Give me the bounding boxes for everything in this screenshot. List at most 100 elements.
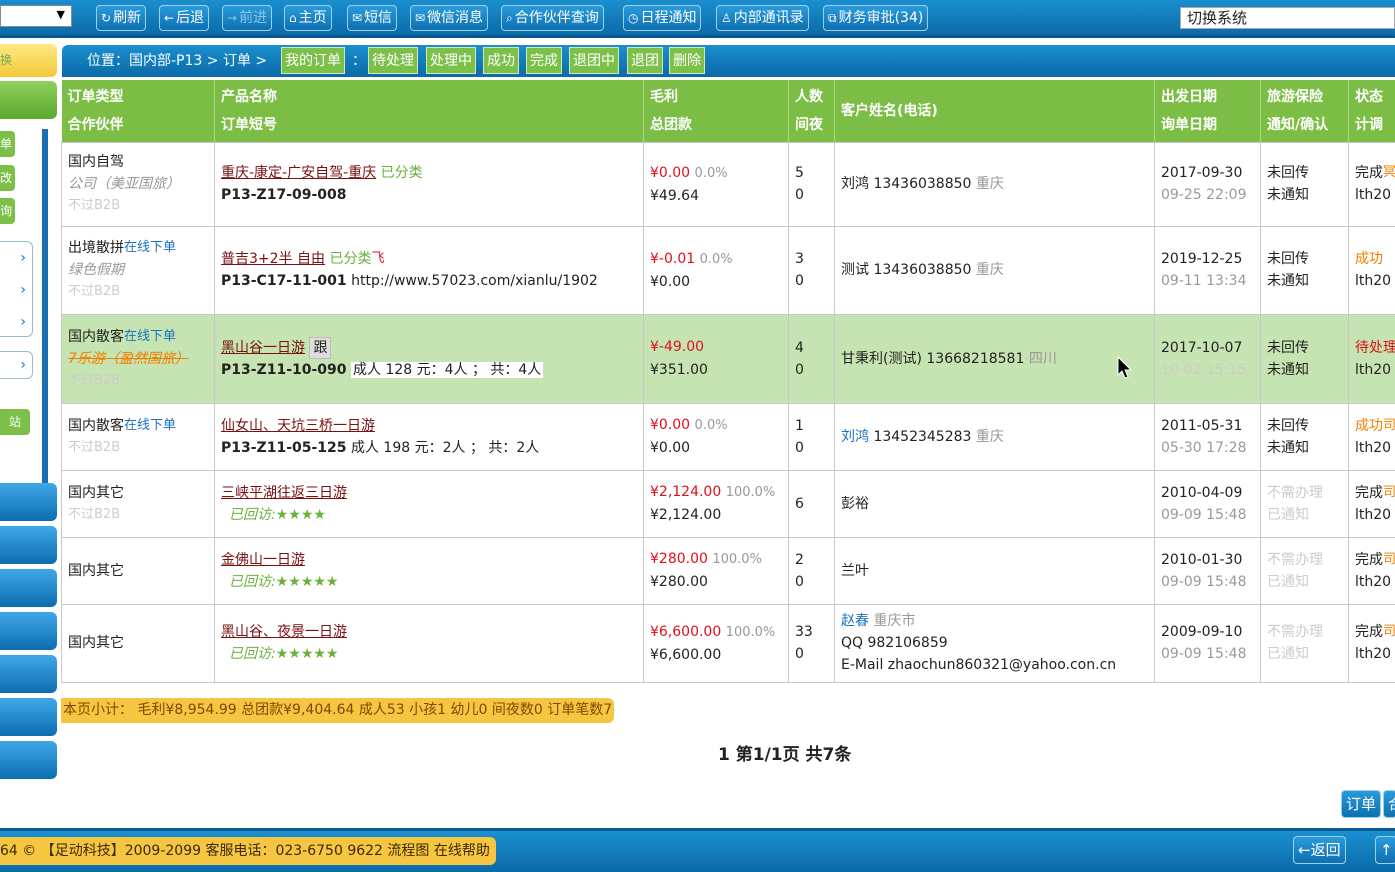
tab-success[interactable]: 成功 <box>483 47 519 74</box>
sidebar-arrow[interactable]: › <box>0 351 33 379</box>
product-link[interactable]: 黑山谷一日游 <box>221 340 305 356</box>
sidebar-btn-1[interactable]: 单 <box>0 131 15 157</box>
tab-deleted[interactable]: 删除 <box>669 47 705 74</box>
sidebar-btn-3[interactable]: 询 <box>0 198 15 224</box>
inquiry-date: 09-09 15:48 <box>1161 506 1247 523</box>
order-status[interactable]: 成功 <box>1355 251 1383 267</box>
customer-name[interactable]: 兰叶 <box>841 563 869 579</box>
sidebar-yellow-tab[interactable]: 换 <box>0 44 57 77</box>
forward-icon: → <box>227 11 238 25</box>
tab-refunding[interactable]: 退团中 <box>569 47 619 74</box>
follow-button[interactable]: 跟 <box>309 336 332 359</box>
customer-name[interactable]: 刘鸿 <box>841 176 869 192</box>
customer-name[interactable]: 测试 <box>841 262 869 278</box>
product-link[interactable]: 黑山谷、夜景一日游 <box>221 624 347 640</box>
finance-approval-button[interactable]: ⧉ 财务审批(34) <box>823 5 929 31</box>
col-header-insurance[interactable]: 旅游保险 通知/确认 <box>1260 80 1349 142</box>
tab-refunded[interactable]: 退团 <box>627 47 663 74</box>
table-row[interactable]: 国内散客在线下单 不过B2B 仙女山、天坑三桥一日游 P13-Z11-05-12… <box>61 402 1395 471</box>
sidebar-blue-5[interactable] <box>0 655 57 693</box>
table-row[interactable]: 国内其它 不过B2B 三峡平湖往返三日游 已回访:★★★★ ¥2,124.00 … <box>61 469 1395 538</box>
sidebar-green-tab[interactable] <box>0 81 57 119</box>
home-button[interactable]: ⌂ 主页 <box>284 5 332 31</box>
chevron-right-icon[interactable]: › <box>0 306 26 338</box>
profit-percent: 0.0% <box>694 165 728 181</box>
table-row[interactable]: 国内自驾 公司（美亚国旅） 不过B2B 重庆-康定-广安自驾-重庆 已分类 P1… <box>61 141 1395 227</box>
col-header-date[interactable]: 出发日期 询单日期 <box>1154 80 1261 142</box>
col-header-profit[interactable]: 毛利 总团款 <box>643 80 789 142</box>
sidebar-blue-7[interactable] <box>0 741 57 779</box>
order-status[interactable]: 待处理 <box>1355 340 1395 356</box>
home-label: 主页 <box>298 10 327 26</box>
order-type: 国内其它 <box>68 635 124 651</box>
breadcrumb-bar: 位置：国内部-P13 > 订单 > 我的订单 ： 待处理 处理中 成功 完成 退… <box>62 45 1395 77</box>
schedule-button[interactable]: ◷ 日程通知 <box>623 5 702 31</box>
table-row[interactable]: 出境散拼在线下单 绿色假期 不过B2B 普吉3+2半 自由 已分类飞 P13-C… <box>61 225 1395 315</box>
tab-my-orders[interactable]: 我的订单 <box>281 47 345 74</box>
b2b-flag: 不过B2B <box>68 372 121 388</box>
order-button[interactable]: 订单 <box>1341 790 1382 818</box>
header-label: 计调 <box>1355 116 1383 133</box>
chevron-right-icon[interactable]: › <box>0 274 26 306</box>
switch-system-input[interactable]: 切换系统 <box>1180 7 1395 29</box>
col-header-customer[interactable]: 客户姓名(电话) <box>834 80 1155 142</box>
pagination[interactable]: 1 第1/1页 共7条 <box>718 740 851 765</box>
table-row[interactable]: 国内其它 金佛山一日游 已回访:★★★★★ ¥280.00 100.0% ¥28… <box>61 536 1395 605</box>
customer-name[interactable]: 刘鸿 <box>841 429 869 445</box>
profit-value: ¥6,600.00 <box>650 623 722 640</box>
back-button[interactable]: ← 后退 <box>159 5 210 31</box>
col-header-people[interactable]: 人数 间夜 <box>788 80 835 142</box>
online-order-link[interactable]: 在线下单 <box>124 329 176 344</box>
header-label: 订单短号 <box>221 116 277 133</box>
order-status[interactable]: 成功 <box>1355 418 1383 434</box>
online-order-link[interactable]: 在线下单 <box>124 418 176 433</box>
sms-button[interactable]: ✉ 短信 <box>347 5 398 31</box>
chevron-down-icon[interactable]: ▼ <box>57 8 65 21</box>
merge-button[interactable]: 合 <box>1383 790 1395 818</box>
product-link[interactable]: 三峡平湖往返三日游 <box>221 485 347 501</box>
return-button[interactable]: ←返回 <box>1293 836 1346 864</box>
product-link[interactable]: 普吉3+2半 自由 <box>221 251 325 267</box>
scroll-top-button[interactable]: ↑ <box>1375 836 1395 864</box>
order-status[interactable]: 完成 <box>1355 624 1383 640</box>
product-link[interactable]: 仙女山、天坑三桥一日游 <box>221 418 375 434</box>
customer-name[interactable]: 彭裕 <box>841 496 869 512</box>
forward-button[interactable]: → 前进 <box>222 5 273 31</box>
sidebar-station-button[interactable]: 站 <box>0 409 30 435</box>
order-status[interactable]: 完成 <box>1355 165 1383 181</box>
cell-profit: ¥0.00 0.0% ¥0.00 <box>643 402 789 471</box>
chevron-right-icon[interactable]: › <box>0 242 26 274</box>
customer-name[interactable]: 甘秉利(测试) <box>841 351 922 367</box>
chevron-right-icon[interactable]: › <box>20 357 26 373</box>
sidebar-blue-1[interactable] <box>0 483 57 521</box>
sidebar-blue-6[interactable] <box>0 698 57 736</box>
cell-date: 2017-10-07 10-02 15:15 <box>1154 313 1261 404</box>
sidebar-btn-2[interactable]: 改 <box>0 165 15 191</box>
customer-name[interactable]: 赵春 <box>841 613 869 629</box>
header-label: 通知/确认 <box>1267 116 1329 133</box>
tab-processing[interactable]: 处理中 <box>426 47 476 74</box>
col-header-type[interactable]: 订单类型 合作伙伴 <box>61 80 215 142</box>
total-amount: ¥6,600.00 <box>650 646 722 663</box>
sidebar-blue-2[interactable] <box>0 526 57 564</box>
order-status[interactable]: 完成 <box>1355 552 1383 568</box>
refresh-button[interactable]: ↻ 刷新 <box>96 5 147 31</box>
system-select[interactable]: ▼ <box>0 5 72 27</box>
table-row[interactable]: 国内散客在线下单 7乐游（盈然国旅） 不过B2B 黑山谷一日游 跟 P13-Z1… <box>61 313 1395 404</box>
order-status[interactable]: 完成 <box>1355 485 1383 501</box>
total-amount: ¥2,124.00 <box>650 507 722 523</box>
online-order-link[interactable]: 在线下单 <box>124 240 176 255</box>
contacts-button[interactable]: ♙ 内部通讯录 <box>716 5 809 31</box>
tab-pending[interactable]: 待处理 <box>368 47 418 74</box>
col-header-status[interactable]: 状态 计调 <box>1348 80 1395 142</box>
sidebar-blue-4[interactable] <box>0 612 57 650</box>
wechat-button[interactable]: ✉ 微信消息 <box>410 5 489 31</box>
table-row[interactable]: 国内其它 黑山谷、夜景一日游 已回访:★★★★★ ¥6,600.00 100.0… <box>61 603 1395 683</box>
partner-search-button[interactable]: ⌕ 合作伙伴查询 <box>501 5 604 31</box>
product-link[interactable]: 金佛山一日游 <box>221 552 305 568</box>
tab-complete[interactable]: 完成 <box>526 47 562 74</box>
sidebar-blue-3[interactable] <box>0 569 57 607</box>
sidebar-arrow-group[interactable]: › › › <box>0 241 33 337</box>
col-header-product[interactable]: 产品名称 订单短号 <box>214 80 644 142</box>
product-link[interactable]: 重庆-康定-广安自驾-重庆 <box>221 165 376 181</box>
